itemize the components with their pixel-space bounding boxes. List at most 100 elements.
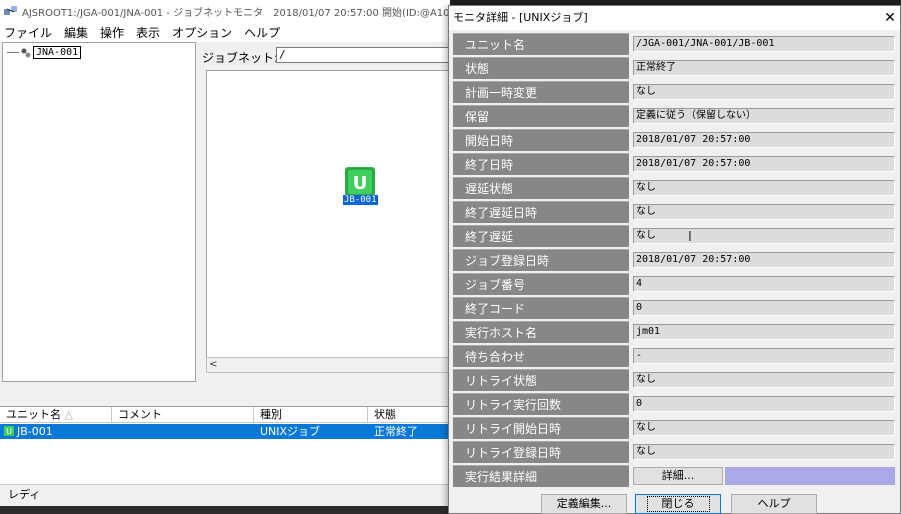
cell-unit-name: U JB-001: [0, 424, 112, 439]
field-row-wait: 待ち合わせ -: [453, 345, 899, 367]
field-label: 終了日時: [453, 153, 629, 175]
field-value[interactable]: 正常終了: [633, 60, 895, 76]
field-row-exec-host: 実行ホスト名 jm01: [453, 321, 899, 343]
jobnet-pane: ジョブネット: / U JB-001 <: [198, 42, 450, 382]
tree-pane: JNA-001: [2, 42, 196, 382]
menu-help[interactable]: ヘルプ: [244, 24, 280, 41]
field-label: 計画一時変更: [453, 81, 629, 103]
sort-asc-icon: △: [64, 408, 73, 421]
field-value[interactable]: なし: [633, 372, 895, 388]
field-label: ユニット名: [453, 33, 629, 55]
field-row-job-registered: ジョブ登録日時 2018/01/07 20:57:00: [453, 249, 899, 271]
field-row-retry-status: リトライ状態 なし: [453, 369, 899, 391]
field-value[interactable]: 4: [633, 276, 895, 292]
text-cursor-icon: I: [688, 230, 692, 245]
edit-definition-button[interactable]: 定義編集...: [541, 494, 627, 514]
job-icon-label[interactable]: JB-001: [343, 195, 378, 205]
monitor-detail-dialog: モニタ詳細 - [UNIXジョブ] ✕ ユニット名 /JGA-001/JNA-0…: [448, 5, 901, 514]
menu-options[interactable]: オプション: [172, 24, 232, 41]
unix-job-icon[interactable]: U: [345, 167, 375, 197]
cell-comment: [112, 424, 254, 439]
field-label: 実行ホスト名: [453, 321, 629, 343]
field-value[interactable]: なし: [633, 84, 895, 100]
field-row-retry-start: リトライ開始日時 なし: [453, 417, 899, 439]
column-type[interactable]: 種別: [254, 407, 368, 423]
field-value[interactable]: jm01: [633, 324, 895, 340]
field-label: 状態: [453, 57, 629, 79]
column-status[interactable]: 状態: [368, 407, 450, 423]
column-comment[interactable]: コメント: [112, 407, 254, 423]
field-value[interactable]: 2018/01/07 20:57:00: [633, 132, 895, 148]
help-button[interactable]: ヘルプ: [731, 494, 817, 514]
field-row-status: 状態 正常終了: [453, 57, 899, 79]
tree-item-jna-001[interactable]: JNA-001: [7, 46, 82, 59]
dialog-title: モニタ詳細 - [UNIXジョブ]: [449, 6, 900, 30]
scroll-left-icon[interactable]: <: [209, 359, 217, 370]
field-value[interactable]: なし: [633, 180, 895, 196]
field-row-end-delay-time: 終了遅延日時 なし: [453, 201, 899, 223]
background-strip: [0, 506, 450, 514]
field-row-hold: 保留 定義に従う（保留しない）: [453, 105, 899, 127]
close-button[interactable]: 閉じる: [635, 494, 721, 514]
field-row-exit-code: 終了コード 0: [453, 297, 899, 319]
field-row-result-detail: 実行結果詳細 詳細...: [453, 465, 899, 487]
svg-text:U: U: [6, 427, 12, 436]
field-label: 終了遅延: [453, 225, 629, 247]
menu-bar: ファイル 編集 操作 表示 オプション ヘルプ: [0, 22, 450, 42]
field-label: 終了遅延日時: [453, 201, 629, 223]
field-value[interactable]: なし: [633, 420, 895, 436]
field-value[interactable]: なし: [633, 444, 895, 460]
menu-view[interactable]: 表示: [136, 24, 160, 41]
field-row-retry-registered: リトライ登録日時 なし: [453, 441, 899, 463]
field-label: 遅延状態: [453, 177, 629, 199]
unit-list-area: ユニット名 △ コメント 種別 状態 U JB-001 UNIXジョブ 正常終了: [0, 384, 450, 484]
field-row-end-delay: 終了遅延 なし: [453, 225, 899, 247]
field-row-plan-change: 計画一時変更 なし: [453, 81, 899, 103]
field-value[interactable]: なし: [633, 228, 895, 244]
field-value[interactable]: 定義に従う（保留しない）: [633, 108, 895, 124]
detail-button-area: [725, 467, 895, 485]
field-row-retry-count: リトライ実行回数 0: [453, 393, 899, 415]
menu-edit[interactable]: 編集: [64, 24, 88, 41]
field-label: ジョブ登録日時: [453, 249, 629, 271]
field-value[interactable]: 0: [633, 300, 895, 316]
jobnet-icon: [21, 48, 31, 57]
table-row[interactable]: U JB-001 UNIXジョブ 正常終了: [0, 424, 450, 439]
cell-status: 正常終了: [374, 425, 418, 438]
tree-item-label: JNA-001: [33, 46, 82, 59]
field-label: 保留: [453, 105, 629, 127]
unit-list: ユニット名 △ コメント 種別 状態 U JB-001 UNIXジョブ 正常終了: [0, 406, 450, 484]
tree-connector: [7, 52, 19, 53]
field-label: リトライ登録日時: [453, 441, 629, 463]
field-row-end-time: 終了日時 2018/01/07 20:57:00: [453, 153, 899, 175]
jobnet-path-field[interactable]: /: [276, 47, 450, 63]
field-label: リトライ状態: [453, 369, 629, 391]
field-label: 開始日時: [453, 129, 629, 151]
jobnet-monitor-window: AJSROOT1:/JGA-001/JNA-001 - ジョブネットモニタ 20…: [0, 0, 450, 514]
field-row-unit-name: ユニット名 /JGA-001/JNA-001/JB-001: [453, 33, 899, 55]
list-header: ユニット名 △ コメント 種別 状態: [0, 407, 450, 423]
field-label: 終了コード: [453, 297, 629, 319]
horizontal-scrollbar[interactable]: <: [206, 357, 450, 373]
svg-text:U: U: [353, 173, 368, 194]
field-value[interactable]: 0: [633, 396, 895, 412]
close-icon[interactable]: ✕: [881, 8, 899, 28]
field-value[interactable]: 2018/01/07 20:57:00: [633, 156, 895, 172]
detail-button[interactable]: 詳細...: [633, 467, 723, 485]
field-value[interactable]: -: [633, 348, 895, 364]
field-row-delay-status: 遅延状態 なし: [453, 177, 899, 199]
field-value[interactable]: なし: [633, 204, 895, 220]
jobnet-canvas[interactable]: U JB-001: [206, 70, 450, 370]
column-unit-name[interactable]: ユニット名 △: [0, 407, 112, 423]
field-row-job-number: ジョブ番号 4: [453, 273, 899, 295]
field-label: リトライ実行回数: [453, 393, 629, 415]
field-value[interactable]: 2018/01/07 20:57:00: [633, 252, 895, 268]
window-titlebar: AJSROOT1:/JGA-001/JNA-001 - ジョブネットモニタ 20…: [0, 0, 450, 22]
field-value[interactable]: /JGA-001/JNA-001/JB-001: [633, 36, 895, 52]
close-button-label: 閉じる: [646, 496, 710, 512]
menu-operation[interactable]: 操作: [100, 24, 124, 41]
status-bar: レディ: [0, 484, 450, 506]
menu-file[interactable]: ファイル: [4, 24, 52, 41]
field-row-start-time: 開始日時 2018/01/07 20:57:00: [453, 129, 899, 151]
cell-type: UNIXジョブ: [260, 425, 321, 438]
